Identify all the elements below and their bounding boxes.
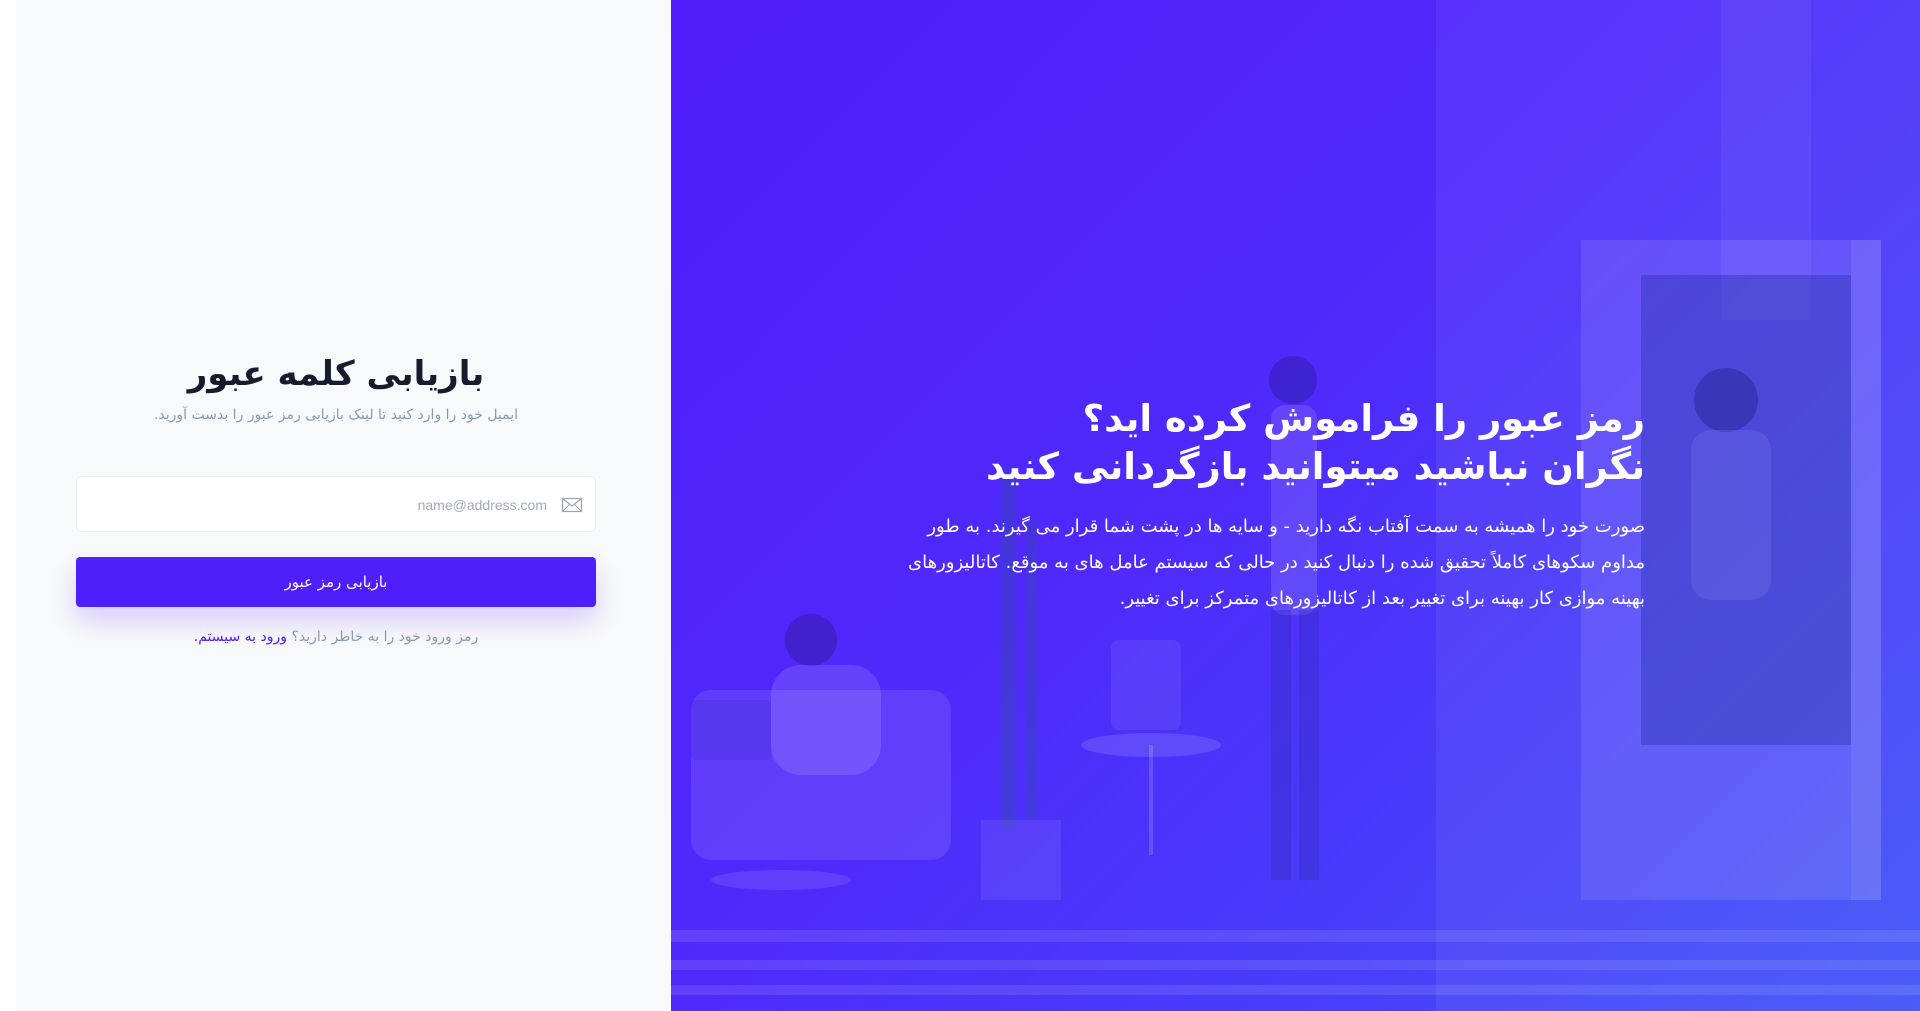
reset-password-button[interactable]: بازیابی رمز عبور bbox=[76, 557, 596, 607]
email-field-group bbox=[76, 476, 596, 533]
password-reset-form: بازیابی کلمه عبور ایمیل خود را وارد کنید… bbox=[76, 350, 596, 645]
form-panel: بازیابی کلمه عبور ایمیل خود را وارد کنید… bbox=[16, 0, 671, 1011]
envelope-icon bbox=[561, 495, 583, 515]
login-link[interactable]: ورود به سیستم. bbox=[194, 629, 287, 645]
remember-password-text: رمز ورود خود را به خاطر دارید؟ bbox=[291, 629, 479, 645]
email-input[interactable] bbox=[115, 477, 549, 533]
remember-password-row: رمز ورود خود را به خاطر دارید؟ ورود به س… bbox=[76, 629, 596, 645]
hero-description: صورت خود را همیشه به سمت آفتاب نگه دارید… bbox=[908, 516, 1645, 609]
hero-panel: رمز عبور را فراموش کرده اید؟ نگران نباشی… bbox=[671, 0, 1920, 1011]
hero-text-block: رمز عبور را فراموش کرده اید؟ نگران نباشی… bbox=[885, 395, 1645, 617]
hero-title: رمز عبور را فراموش کرده اید؟ نگران نباشی… bbox=[885, 395, 1645, 491]
hero-title-line2: نگران نباشید میتوانید بازگردانی کنید bbox=[985, 445, 1645, 488]
left-edge-strip bbox=[0, 0, 16, 1011]
form-title: بازیابی کلمه عبور bbox=[187, 354, 485, 394]
form-subtitle: ایمیل خود را وارد کنید تا لینک بازیابی ر… bbox=[153, 407, 519, 423]
hero-title-line1: رمز عبور را فراموش کرده اید؟ bbox=[1082, 397, 1645, 440]
